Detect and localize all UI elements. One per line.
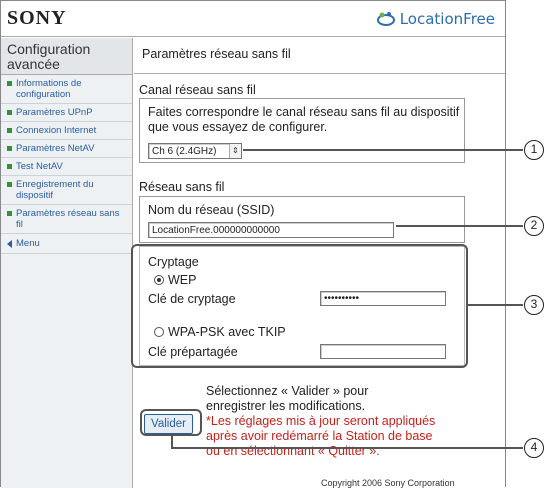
sidebar-item-label: Paramètres NetAV — [16, 143, 95, 154]
channel-box: Faites correspondre le canal réseau sans… — [139, 98, 465, 163]
sidebar-item-configuration-info[interactable]: Informations de configuration — [1, 75, 132, 104]
sidebar-menu-link[interactable]: Menu — [1, 234, 132, 254]
back-arrow-icon — [7, 239, 12, 248]
bullet-icon — [7, 110, 12, 115]
channel-select-value: Ch 6 (2.4GHz) — [152, 146, 217, 157]
network-box: Nom du réseau (SSID) LocationFree.000000… — [139, 196, 465, 243]
callout-4-marker: 4 — [524, 438, 544, 458]
encryption-callout-frame — [131, 244, 468, 368]
menu-label: Menu — [16, 238, 40, 249]
bullet-icon — [7, 211, 12, 216]
callout-1-marker: 1 — [524, 140, 544, 160]
ssid-input[interactable]: LocationFree.000000000000 — [148, 222, 394, 238]
network-heading: Réseau sans fil — [139, 180, 225, 194]
sidebar-item-internet-connection[interactable]: Connexion Internet — [1, 122, 132, 140]
sidebar-item-netav-test[interactable]: Test NetAV — [1, 158, 132, 176]
sidebar-item-label: Paramètres réseau sans fil — [16, 208, 120, 230]
sidebar-item-device-registration[interactable]: Enregistrement du dispositif — [1, 176, 132, 205]
sidebar-item-label: Paramètres UPnP — [16, 107, 93, 118]
sony-logo: SONY — [7, 7, 67, 29]
locationfree-logo: LocationFree — [376, 10, 495, 28]
bullet-icon — [7, 146, 12, 151]
chevron-updown-icon: ⇕ — [229, 144, 241, 158]
sidebar-item-netav-settings[interactable]: Paramètres NetAV — [1, 140, 132, 158]
sidebar-title: Configuration avancée — [1, 38, 132, 75]
callout-4-line-horizontal — [171, 447, 523, 449]
page-title: Paramètres réseau sans fil — [134, 38, 505, 74]
sidebar-item-upnp[interactable]: Paramètres UPnP — [1, 104, 132, 122]
channel-instruction: Faites correspondre le canal réseau sans… — [148, 105, 460, 134]
validate-callout-frame — [140, 409, 202, 436]
sidebar-item-label: Informations de configuration — [16, 78, 82, 100]
save-note: Sélectionnez « Valider » pour enregistre… — [206, 384, 369, 413]
callout-4-line-vertical — [171, 436, 173, 447]
header-bar: SONY LocationFree — [1, 1, 505, 37]
bullet-icon — [7, 164, 12, 169]
channel-select[interactable]: Ch 6 (2.4GHz) ⇕ — [148, 143, 242, 159]
sidebar-item-wireless-settings[interactable]: Paramètres réseau sans fil — [1, 205, 132, 234]
bullet-icon — [7, 128, 12, 133]
callout-2-line — [396, 225, 523, 227]
callout-3-marker: 3 — [524, 295, 544, 315]
callout-2-marker: 2 — [524, 216, 544, 236]
ssid-label: Nom du réseau (SSID) — [148, 203, 275, 217]
locationfree-icon — [376, 12, 395, 26]
sidebar: Configuration avancée Informations de co… — [1, 38, 133, 488]
sidebar-item-label: Enregistrement du dispositif — [16, 179, 94, 201]
bullet-icon — [7, 81, 12, 86]
sidebar-item-label: Connexion Internet — [16, 125, 97, 136]
callout-1-line — [243, 149, 523, 151]
locationfree-logo-text: LocationFree — [399, 10, 495, 28]
sidebar-item-label: Test NetAV — [16, 161, 63, 172]
bullet-icon — [7, 182, 12, 187]
channel-heading: Canal réseau sans fil — [139, 83, 256, 97]
restart-warning: *Les réglages mis à jour seront appliqué… — [206, 414, 436, 458]
callout-3-line — [468, 304, 523, 306]
